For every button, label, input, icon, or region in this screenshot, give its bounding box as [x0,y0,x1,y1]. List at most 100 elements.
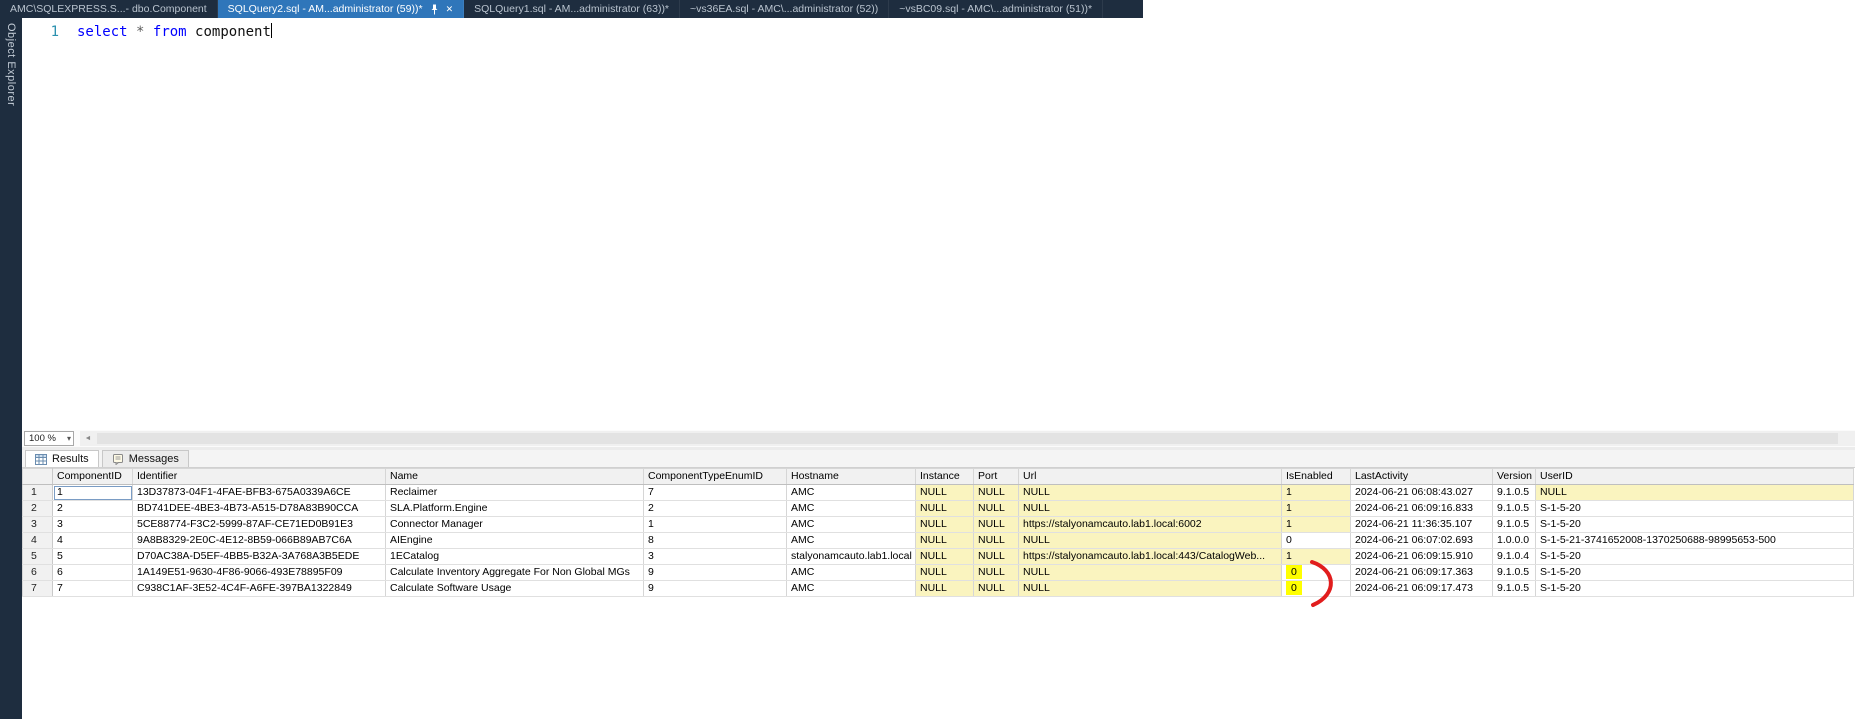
grid-cell[interactable]: 5 [53,549,133,565]
column-header[interactable]: Name [386,469,644,485]
grid-cell[interactable]: 9.1.0.5 [1493,517,1536,533]
column-header[interactable]: ComponentID [53,469,133,485]
grid-cell[interactable]: NULL [916,549,974,565]
grid-cell[interactable]: 0 [1282,565,1351,581]
grid-cell[interactable]: NULL [974,501,1019,517]
grid-cell[interactable]: C938C1AF-3E52-4C4F-A6FE-397BA1322849 [133,581,386,597]
grid-cell[interactable]: 1 [1282,485,1351,501]
row-number[interactable]: 1 [23,485,53,501]
grid-cell[interactable]: 0 [1282,581,1351,597]
grid-cell[interactable]: NULL [1019,533,1282,549]
grid-cell[interactable]: S-1-5-20 [1536,501,1854,517]
grid-cell[interactable]: NULL [1019,501,1282,517]
grid-cell[interactable]: 13D37873-04F1-4FAE-BFB3-675A0339A6CE [133,485,386,501]
grid-cell[interactable]: 1 [644,517,787,533]
document-tab[interactable]: AMC\SQLEXPRESS.S...- dbo.Component [0,0,218,18]
grid-cell[interactable]: 8 [644,533,787,549]
grid-cell[interactable]: BD741DEE-4BE3-4B73-A515-D78A83B90CCA [133,501,386,517]
grid-cell[interactable]: S-1-5-21-3741652008-1370250688-98995653-… [1536,533,1854,549]
grid-cell[interactable]: AMC [787,565,916,581]
grid-cell[interactable]: NULL [916,485,974,501]
grid-cell[interactable]: 2024-06-21 06:09:17.363 [1351,565,1493,581]
grid-cell[interactable]: 3 [644,549,787,565]
grid-cell[interactable]: 2 [53,501,133,517]
document-tab[interactable]: ~vsBC09.sql - AMC\...administrator (51))… [889,0,1103,18]
grid-cell[interactable]: S-1-5-20 [1536,581,1854,597]
grid-cell[interactable]: 2 [644,501,787,517]
grid-cell[interactable]: S-1-5-20 [1536,549,1854,565]
grid-cell[interactable]: 2024-06-21 11:36:35.107 [1351,517,1493,533]
scroll-left-arrow-icon[interactable]: ◄ [80,431,96,446]
grid-cell[interactable]: 9 [644,581,787,597]
grid-cell[interactable]: NULL [974,517,1019,533]
results-pane-tab-results[interactable]: Results [25,450,99,467]
grid-cell[interactable]: 2024-06-21 06:09:15.910 [1351,549,1493,565]
grid-cell[interactable]: AIEngine [386,533,644,549]
grid-cell[interactable]: Calculate Software Usage [386,581,644,597]
grid-cell[interactable]: 4 [53,533,133,549]
grid-cell[interactable]: D70AC38A-D5EF-4BB5-B32A-3A768A3B5EDE [133,549,386,565]
close-icon[interactable]: ✕ [446,5,454,14]
grid-cell[interactable]: AMC [787,581,916,597]
grid-cell[interactable]: 2024-06-21 06:09:17.473 [1351,581,1493,597]
grid-cell[interactable]: stalyonamcauto.lab1.local [787,549,916,565]
column-header[interactable]: Port [974,469,1019,485]
pin-icon[interactable] [430,4,439,15]
grid-cell[interactable]: 3 [53,517,133,533]
grid-cell[interactable]: S-1-5-20 [1536,517,1854,533]
column-header[interactable]: UserID [1536,469,1854,485]
grid-cell[interactable]: 5CE88774-F3C2-5999-87AF-CE71ED0B91E3 [133,517,386,533]
grid-cell[interactable]: 2024-06-21 06:09:16.833 [1351,501,1493,517]
column-header[interactable]: Instance [916,469,974,485]
horizontal-scrollbar[interactable]: ◄ [80,431,1855,446]
grid-cell[interactable]: NULL [974,565,1019,581]
grid-cell[interactable]: 9 [644,565,787,581]
document-tab[interactable]: SQLQuery2.sql - AM...administrator (59))… [218,0,464,18]
grid-cell[interactable]: 1 [53,485,133,501]
grid-cell[interactable]: NULL [916,581,974,597]
grid-cell[interactable]: 1A149E51-9630-4F86-9066-493E78895F09 [133,565,386,581]
grid-cell[interactable]: 9.1.0.4 [1493,549,1536,565]
column-header[interactable]: Version [1493,469,1536,485]
row-number[interactable]: 4 [23,533,53,549]
grid-cell[interactable]: 1.0.0.0 [1493,533,1536,549]
select-all-corner[interactable] [23,469,53,485]
grid-cell[interactable]: 1 [1282,501,1351,517]
results-pane-tab-messages[interactable]: Messages [102,450,189,467]
grid-cell[interactable]: NULL [1019,581,1282,597]
grid-cell[interactable]: NULL [916,533,974,549]
grid-cell[interactable]: 9.1.0.5 [1493,485,1536,501]
grid-cell[interactable]: 1ECatalog [386,549,644,565]
grid-cell[interactable]: https://stalyonamcauto.lab1.local:6002 [1019,517,1282,533]
document-tab[interactable]: ~vs36EA.sql - AMC\...administrator (52)) [680,0,889,18]
grid-cell[interactable]: NULL [1536,485,1854,501]
zoom-combobox[interactable]: 100 % ▾ [24,431,74,446]
grid-cell[interactable]: AMC [787,501,916,517]
query-editor[interactable]: 1 select * from component [22,18,1855,430]
document-tab[interactable]: SQLQuery1.sql - AM...administrator (63))… [464,0,680,18]
grid-cell[interactable]: AMC [787,533,916,549]
row-number[interactable]: 2 [23,501,53,517]
grid-cell[interactable]: NULL [974,485,1019,501]
grid-cell[interactable]: 1 [1282,549,1351,565]
grid-cell[interactable]: NULL [916,517,974,533]
row-number[interactable]: 6 [23,565,53,581]
column-header[interactable]: LastActivity [1351,469,1493,485]
grid-cell[interactable]: Calculate Inventory Aggregate For Non Gl… [386,565,644,581]
grid-cell[interactable]: 9.1.0.5 [1493,565,1536,581]
row-number[interactable]: 5 [23,549,53,565]
grid-cell[interactable]: AMC [787,517,916,533]
grid-cell[interactable]: NULL [916,565,974,581]
grid-cell[interactable]: Connector Manager [386,517,644,533]
column-header[interactable]: Url [1019,469,1282,485]
grid-cell[interactable]: Reclaimer [386,485,644,501]
row-number[interactable]: 3 [23,517,53,533]
object-explorer-sidebar[interactable]: Object Explorer [0,18,22,719]
grid-cell[interactable]: 7 [53,581,133,597]
grid-cell[interactable]: 7 [644,485,787,501]
grid-cell[interactable]: 0 [1282,533,1351,549]
grid-cell[interactable]: 6 [53,565,133,581]
grid-cell[interactable]: NULL [974,549,1019,565]
grid-cell[interactable]: SLA.Platform.Engine [386,501,644,517]
grid-cell[interactable]: NULL [974,533,1019,549]
